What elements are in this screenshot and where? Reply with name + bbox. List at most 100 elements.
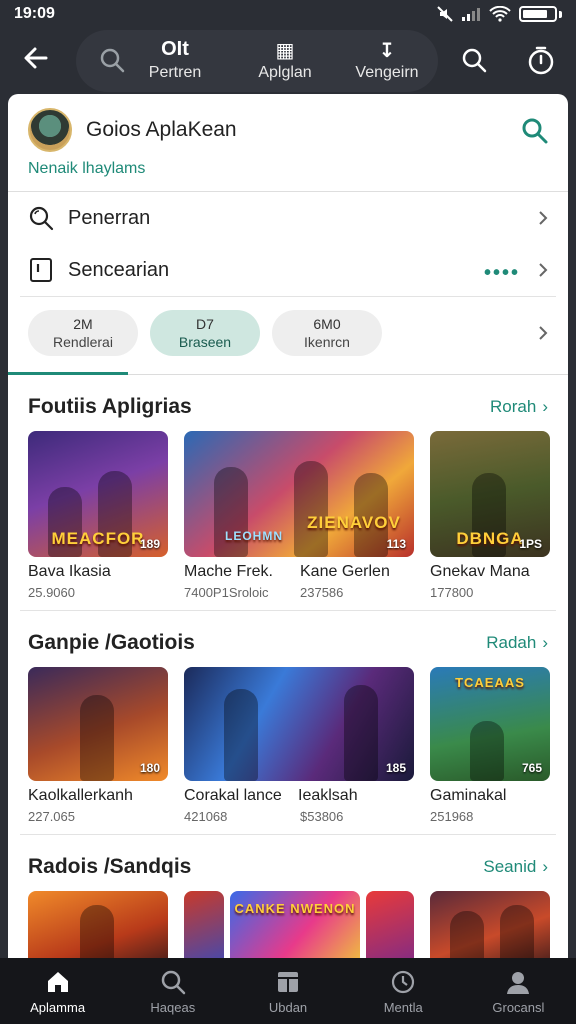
app-tile[interactable]: CANKE NWENON xyxy=(230,891,360,958)
app-tile[interactable]: MEACFOR 189 xyxy=(28,431,168,557)
search-icon[interactable] xyxy=(520,116,550,146)
app-name: Kane Gerlen xyxy=(300,563,390,580)
menu-item-label: Sencearian xyxy=(68,258,170,281)
app-tile[interactable]: TCAEAAS 765 xyxy=(430,667,550,781)
search-icon xyxy=(161,970,186,994)
progress-dots: •••• xyxy=(483,262,520,284)
app-tile[interactable] xyxy=(28,891,168,958)
status-icons xyxy=(437,6,562,22)
chip-count: D7 xyxy=(196,316,214,332)
section-games: Ganpie /Gaotiois Radah › 180 185 TCAEAAS … xyxy=(8,611,568,835)
filter-chips: 2M Rendlerai D7 Braseen 6M0 Ikenrcn xyxy=(8,297,568,369)
timer-icon[interactable] xyxy=(525,44,557,76)
character-art xyxy=(80,905,114,958)
app-tile[interactable]: 185 xyxy=(184,667,414,781)
tab-label: Pertren xyxy=(148,64,202,81)
bottom-nav-label: Haqeas xyxy=(150,999,196,1015)
see-more-label: Seanid xyxy=(483,857,537,876)
app-size: $53806 xyxy=(300,809,344,824)
bottom-nav: Aplamma Haqeas Ubdan Mentla Grocansl xyxy=(0,958,576,1024)
section-title: Ganpie /Gaotiois xyxy=(28,631,195,654)
tab-label: Aplglan xyxy=(258,64,312,81)
profile-icon xyxy=(507,971,530,994)
section-featured: Foutiis Apligrias Rorah › MEACFOR 189 LEO… xyxy=(8,375,568,611)
tile-art-title: TCAEAAS xyxy=(455,675,525,690)
character-art xyxy=(500,905,534,958)
page-title: Goios AplaKean xyxy=(86,118,237,141)
chip-count: 2M xyxy=(73,316,93,332)
tile-art-title: LEOHMN xyxy=(225,529,283,543)
see-more-link[interactable]: Rorah › xyxy=(490,397,548,417)
tab-label: Vengeirn xyxy=(355,64,419,81)
chevron-right-icon: › xyxy=(542,397,548,416)
section-radios: Radois /Sandqis Seanid › CANKE NWENON xyxy=(8,835,568,958)
chevron-right-icon xyxy=(539,263,548,277)
see-more-link[interactable]: Seanid › xyxy=(483,857,548,877)
see-more-link[interactable]: Radah › xyxy=(486,633,548,653)
character-art xyxy=(344,685,378,781)
top-nav: OIt Pertren ▦ Aplglan ↧ Vengeirn xyxy=(0,28,576,94)
app-name: Bava Ikasia xyxy=(28,563,111,580)
chevron-right-icon xyxy=(539,211,548,225)
content-sheet: Goios AplaKean Nenaik lhaylams Penerran … xyxy=(8,94,568,958)
menu-item-penerran[interactable]: Penerran xyxy=(8,192,568,244)
app-tile[interactable]: 180 xyxy=(28,667,168,781)
clock-icon xyxy=(392,970,415,993)
tile-art-title: CANKE NWENON xyxy=(234,901,356,916)
chip-rendlerai[interactable]: 2M Rendlerai xyxy=(28,310,138,356)
app-name: Gnekav Mana xyxy=(430,563,530,580)
bottom-nav-label: Mentla xyxy=(383,999,423,1015)
app-tile[interactable]: DBNGA 1PS xyxy=(430,431,550,557)
chevron-right-icon[interactable] xyxy=(536,325,550,341)
character-art xyxy=(224,689,258,781)
search-icon[interactable] xyxy=(98,46,126,74)
bookmark-icon xyxy=(30,258,52,282)
see-more-label: Rorah xyxy=(490,397,537,416)
back-arrow-icon[interactable] xyxy=(20,42,52,74)
chip-ikenrcn[interactable]: 6M0 Ikenrcn xyxy=(272,310,382,356)
rating-badge: 765 xyxy=(521,761,542,775)
chip-braseen[interactable]: D7 Braseen xyxy=(150,310,260,356)
page-subtitle: Nenaik lhaylams xyxy=(28,160,146,177)
character-art xyxy=(294,461,328,557)
battery-tip xyxy=(559,10,562,18)
app-tile[interactable] xyxy=(184,891,224,958)
bottom-nav-label: Aplamma xyxy=(30,999,86,1015)
app-name: Gaminakal xyxy=(430,787,507,804)
chip-label: Rendlerai xyxy=(53,334,113,350)
tab-vengeirn[interactable]: ↧ Vengeirn xyxy=(342,38,432,82)
character-art xyxy=(470,721,504,781)
rating-badge: 113 xyxy=(386,537,406,551)
app-name: Ieaklsah xyxy=(298,787,358,804)
signal-icon xyxy=(462,8,480,21)
download-icon: ↧ xyxy=(378,40,396,62)
app-tile[interactable]: LEOHMN ZIENAVOV 113 xyxy=(184,431,414,557)
app-size: 227.065 xyxy=(28,809,75,824)
tab-pertren[interactable]: OIt Pertren xyxy=(130,38,220,82)
tab-aplglan[interactable]: ▦ Aplglan xyxy=(240,38,330,82)
search-icon[interactable] xyxy=(460,46,488,74)
status-time: 19:09 xyxy=(14,5,55,22)
menu-item-sencearian[interactable]: Sencearian •••• xyxy=(8,244,568,296)
apps-icon xyxy=(278,971,298,992)
bottom-nav-home[interactable]: Aplamma xyxy=(0,958,115,1024)
app-tile[interactable] xyxy=(430,891,550,958)
mute-icon xyxy=(437,6,453,22)
app-tile[interactable] xyxy=(366,891,414,958)
avatar[interactable] xyxy=(28,108,72,152)
chip-label: Ikenrcn xyxy=(304,334,350,350)
bottom-nav-apps[interactable]: Ubdan xyxy=(230,958,345,1024)
app-size: 25.9060 xyxy=(28,585,75,600)
apps-grid-icon: ▦ xyxy=(275,40,295,62)
bottom-nav-profile[interactable]: Grocansl xyxy=(461,958,576,1024)
home-icon xyxy=(47,971,68,992)
bottom-nav-search[interactable]: Haqeas xyxy=(115,958,230,1024)
app-size: 237586 xyxy=(300,585,344,600)
app-name: Mache Frek. xyxy=(184,563,273,580)
see-more-label: Radah xyxy=(486,633,537,652)
menu-item-label: Penerran xyxy=(68,206,151,229)
app-name: Kaolkallerkanh xyxy=(28,787,133,804)
chip-count: 6M0 xyxy=(313,316,341,332)
bottom-nav-mentla[interactable]: Mentla xyxy=(346,958,461,1024)
bottom-nav-label: Ubdan xyxy=(268,999,308,1015)
